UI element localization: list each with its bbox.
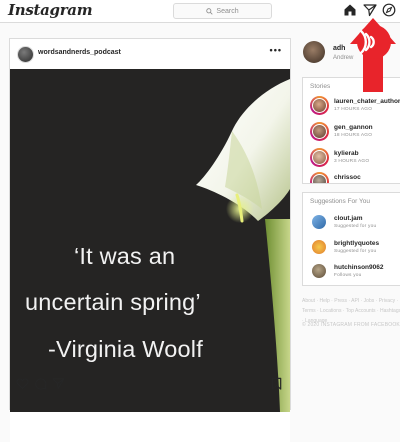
story-ring-avatar bbox=[310, 148, 329, 167]
story-time: 3 HOURS AGO bbox=[334, 159, 370, 164]
post-header: wordsandnerds_podcast ••• bbox=[10, 39, 290, 69]
suggestion-item[interactable]: hutchinson9062 Follows you bbox=[303, 260, 400, 284]
suggestion-item[interactable]: clout.jam Suggested for you bbox=[303, 211, 400, 235]
story-item[interactable]: lauren_chater_author 17 HOURS AGO bbox=[303, 94, 400, 118]
heart-icon[interactable] bbox=[16, 377, 29, 390]
story-ring-avatar bbox=[310, 172, 329, 183]
instagram-logo[interactable]: Instagram bbox=[8, 1, 93, 19]
red-up-arrow-overlay-icon bbox=[350, 18, 396, 92]
current-user-avatar[interactable] bbox=[303, 41, 325, 63]
current-user-username[interactable]: adh bbox=[333, 45, 345, 52]
post-action-bar bbox=[10, 412, 290, 442]
story-ring-avatar bbox=[310, 96, 329, 115]
top-navigation-bar: Instagram Search bbox=[0, 0, 400, 23]
quote-line-2: uncertain spring’ bbox=[25, 289, 201, 315]
suggestion-username: brightlyquotes bbox=[334, 240, 380, 247]
post-author-avatar[interactable] bbox=[17, 46, 34, 63]
story-username: chrissoc bbox=[334, 174, 361, 181]
post-more-options-button[interactable]: ••• bbox=[270, 45, 282, 55]
search-icon bbox=[206, 7, 214, 15]
search-placeholder: Search bbox=[216, 7, 239, 15]
story-time: 18 HOURS AGO bbox=[334, 133, 373, 138]
search-input[interactable]: Search bbox=[173, 3, 272, 19]
suggestion-avatar bbox=[312, 215, 326, 229]
post-image[interactable]: ‘It was an uncertain spring’ -Virginia W… bbox=[10, 69, 290, 412]
suggestions-title: Suggestions For You bbox=[310, 198, 370, 205]
suggestion-username: clout.jam bbox=[334, 215, 363, 222]
story-item[interactable]: chrissoc bbox=[303, 170, 400, 183]
suggestion-note: Follows you bbox=[334, 273, 362, 278]
comment-icon[interactable] bbox=[34, 377, 47, 390]
suggestion-avatar bbox=[312, 240, 326, 254]
suggestion-item[interactable]: brightlyquotes Suggested for you bbox=[303, 236, 400, 260]
suggestion-username: hutchinson9062 bbox=[334, 264, 384, 271]
feed-post: wordsandnerds_podcast ••• ‘It was an unc… bbox=[9, 38, 291, 442]
story-item[interactable]: gen_gannon 18 HOURS AGO bbox=[303, 120, 400, 144]
suggestions-panel: Suggestions For You clout.jam Suggested … bbox=[302, 192, 400, 286]
stories-panel: Stories lauren_chater_author 17 HOURS AG… bbox=[302, 77, 400, 184]
story-username: gen_gannon bbox=[334, 124, 373, 131]
story-ring-avatar bbox=[310, 122, 329, 141]
quote-line-3: -Virginia Woolf bbox=[48, 336, 203, 362]
share-icon[interactable] bbox=[52, 377, 65, 390]
suggestion-note: Suggested for you bbox=[334, 224, 377, 229]
suggestion-avatar bbox=[312, 264, 326, 278]
story-username: kylierab bbox=[334, 150, 359, 157]
post-author-username[interactable]: wordsandnerds_podcast bbox=[38, 49, 121, 56]
bookmark-icon[interactable] bbox=[270, 377, 283, 390]
suggestion-note: Suggested for you bbox=[334, 249, 377, 254]
story-time: 17 HOURS AGO bbox=[334, 107, 373, 112]
quote-line-1: ‘It was an bbox=[74, 243, 176, 269]
stories-title: Stories bbox=[310, 83, 331, 90]
story-username: lauren_chater_author bbox=[334, 98, 400, 105]
copyright-text: © 2020 INSTAGRAM FROM FACEBOOK bbox=[302, 322, 400, 328]
story-item[interactable]: kylierab 3 HOURS AGO bbox=[303, 146, 400, 170]
